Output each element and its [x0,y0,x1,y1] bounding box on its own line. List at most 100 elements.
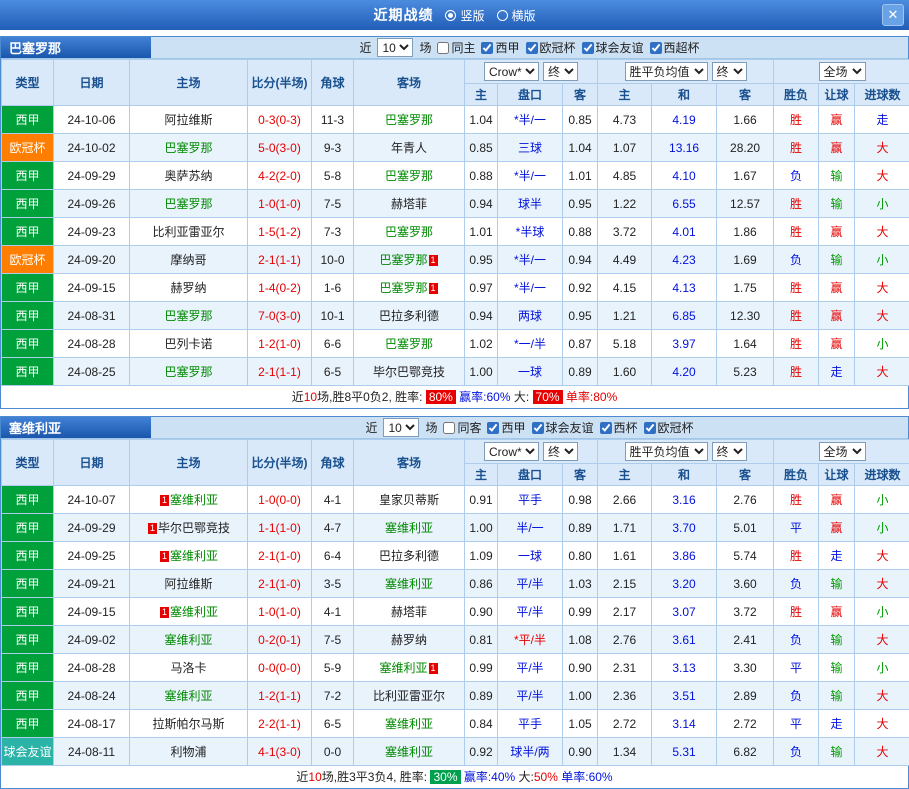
league-badge[interactable]: 欧冠杯 [2,134,54,162]
odds-state-select[interactable]: 终 [712,62,747,81]
league-filter[interactable]: 球会友谊 [532,419,594,436]
company-state-select[interactable]: 终 [543,442,578,461]
league-filter-checkbox[interactable] [487,422,499,434]
company-select[interactable]: Crow* [484,62,539,81]
score-link[interactable]: 1-0(1-0) [248,190,312,218]
league-badge[interactable]: 西甲 [2,710,54,738]
league-filter-checkbox[interactable] [650,42,662,54]
team-name-link[interactable]: 拉斯帕尔马斯 [152,717,224,731]
score-link[interactable]: 2-1(1-1) [248,246,312,274]
team-name-link[interactable]: 巴塞罗那 [385,113,433,127]
team-name-link[interactable]: 巴塞罗那 [385,337,433,351]
league-filter-checkbox[interactable] [526,42,538,54]
team-name-link[interactable]: 摩纳哥 [170,253,206,267]
league-badge[interactable]: 西甲 [2,542,54,570]
team-name-link[interactable]: 塞维利亚 [379,661,427,675]
score-link[interactable]: 1-0(1-0) [248,598,312,626]
score-link[interactable]: 7-0(3-0) [248,302,312,330]
score-link[interactable]: 1-0(0-0) [248,486,312,514]
league-badge[interactable]: 西甲 [2,302,54,330]
league-filter[interactable]: 西超杯 [650,39,700,56]
score-link[interactable]: 0-0(0-0) [248,654,312,682]
league-badge[interactable]: 西甲 [2,598,54,626]
team-name-link[interactable]: 比利亚雷亚尔 [373,689,445,703]
team-name-link[interactable]: 巴拉多利德 [379,309,439,323]
league-badge[interactable]: 西甲 [2,274,54,302]
league-badge[interactable]: 西甲 [2,570,54,598]
league-filter[interactable]: 西甲 [487,419,525,436]
team-name-link[interactable]: 塞维利亚 [170,605,218,619]
league-filter-checkbox[interactable] [582,42,594,54]
team-name-link[interactable]: 阿拉维斯 [164,577,212,591]
league-badge[interactable]: 西甲 [2,190,54,218]
league-filter-checkbox[interactable] [481,42,493,54]
team-name-link[interactable]: 奥萨苏纳 [164,169,212,183]
league-badge[interactable]: 球会友谊 [2,738,54,766]
league-filter[interactable]: 西杯 [600,419,638,436]
score-link[interactable]: 1-1(1-0) [248,514,312,542]
layout-radio-vertical[interactable]: 竖版 [445,7,484,24]
team-name-link[interactable]: 利物浦 [170,745,206,759]
team-name-link[interactable]: 巴塞罗那 [164,309,212,323]
team-name-link[interactable]: 巴塞罗那 [164,141,212,155]
team-name-link[interactable]: 塞维利亚 [385,717,433,731]
score-link[interactable]: 1-5(1-2) [248,218,312,246]
team-name-link[interactable]: 塞维利亚 [385,521,433,535]
team-name-link[interactable]: 巴塞罗那 [385,225,433,239]
league-filter[interactable]: 西甲 [481,39,519,56]
score-link[interactable]: 4-2(2-0) [248,162,312,190]
league-badge[interactable]: 西甲 [2,626,54,654]
score-link[interactable]: 4-1(3-0) [248,738,312,766]
team-name-link[interactable]: 塞维利亚 [170,493,218,507]
league-badge[interactable]: 西甲 [2,514,54,542]
team-name-link[interactable]: 塞维利亚 [164,689,212,703]
league-filter-checkbox[interactable] [600,422,612,434]
league-filter-checkbox[interactable] [437,42,449,54]
league-badge[interactable]: 西甲 [2,106,54,134]
score-link[interactable]: 2-1(1-0) [248,570,312,598]
odds-type-select[interactable]: 胜平负均值 [625,62,708,81]
league-filter[interactable]: 欧冠杯 [644,419,694,436]
league-badge[interactable]: 西甲 [2,654,54,682]
league-badge[interactable]: 西甲 [2,682,54,710]
match-count-select[interactable]: 10 [377,38,413,57]
score-link[interactable]: 5-0(3-0) [248,134,312,162]
scope-select[interactable]: 全场 [819,442,866,461]
odds-type-select[interactable]: 胜平负均值 [625,442,708,461]
company-select[interactable]: Crow* [484,442,539,461]
team-name-link[interactable]: 巴拉多利德 [379,549,439,563]
team-name-link[interactable]: 巴塞罗那 [164,197,212,211]
team-name-link[interactable]: 马洛卡 [170,661,206,675]
league-badge[interactable]: 西甲 [2,358,54,386]
team-name-link[interactable]: 巴塞罗那 [164,365,212,379]
team-name-link[interactable]: 毕尔巴鄂竞技 [158,521,230,535]
team-name-link[interactable]: 比利亚雷亚尔 [152,225,224,239]
team-name-link[interactable]: 赫罗纳 [391,633,427,647]
company-state-select[interactable]: 终 [543,62,578,81]
scope-select[interactable]: 全场 [819,62,866,81]
league-filter-checkbox[interactable] [644,422,656,434]
layout-radio-horizontal[interactable]: 横版 [497,7,536,24]
score-link[interactable]: 1-2(1-0) [248,330,312,358]
team-name-link[interactable]: 毕尔巴鄂竞技 [373,365,445,379]
league-filter[interactable]: 同客 [443,419,481,436]
league-badge[interactable]: 西甲 [2,486,54,514]
team-name-link[interactable]: 塞维利亚 [385,745,433,759]
score-link[interactable]: 0-3(0-3) [248,106,312,134]
score-link[interactable]: 2-2(1-1) [248,710,312,738]
odds-state-select[interactable]: 终 [712,442,747,461]
team-name-link[interactable]: 赫塔菲 [391,197,427,211]
team-name-link[interactable]: 塞维利亚 [164,633,212,647]
match-count-select[interactable]: 10 [383,418,419,437]
team-name-link[interactable]: 阿拉维斯 [164,113,212,127]
league-filter-checkbox[interactable] [532,422,544,434]
close-button[interactable]: ✕ [882,4,904,26]
score-link[interactable]: 2-1(1-0) [248,542,312,570]
league-filter[interactable]: 同主 [437,39,475,56]
team-name-link[interactable]: 赫塔菲 [391,605,427,619]
score-link[interactable]: 1-4(0-2) [248,274,312,302]
score-link[interactable]: 2-1(1-1) [248,358,312,386]
team-name-link[interactable]: 塞维利亚 [385,577,433,591]
team-name-link[interactable]: 巴塞罗那 [385,169,433,183]
team-name-link[interactable]: 巴塞罗那 [379,281,427,295]
